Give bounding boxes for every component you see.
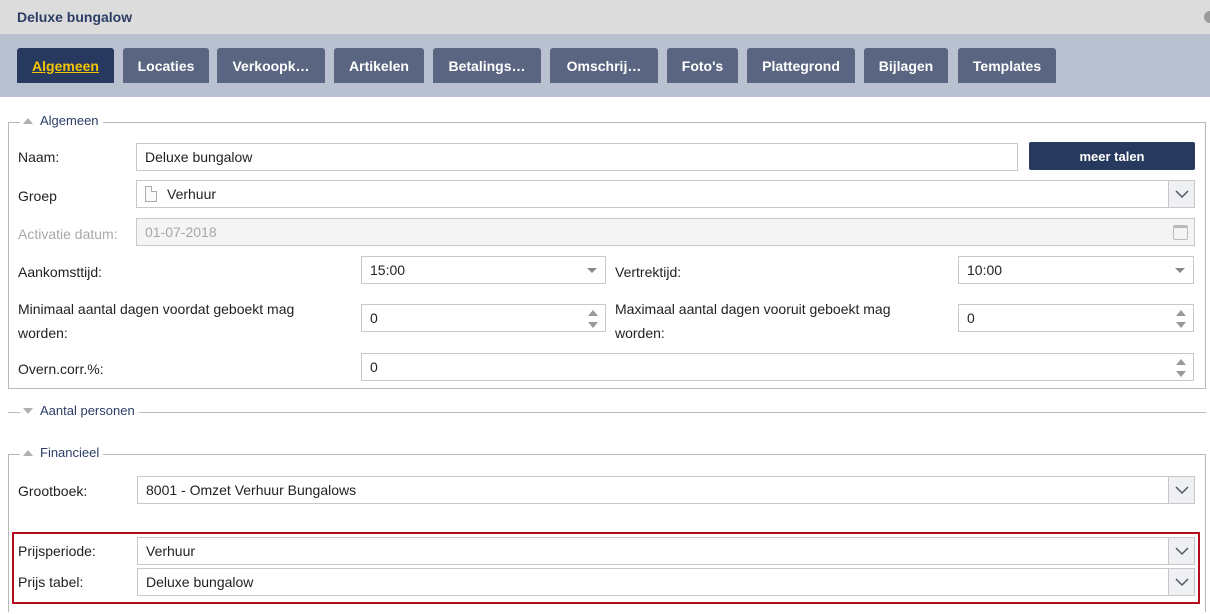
spinner-icon[interactable] [588, 310, 598, 328]
grootboek-value: 8001 - Omzet Verhuur Bungalows [146, 482, 357, 498]
groep-value: Verhuur [167, 186, 217, 202]
min-dagen-label-2: worden: [18, 325, 68, 341]
prijsperiode-select[interactable]: Verhuur [137, 537, 1195, 565]
activatie-label: Activatie datum: [18, 226, 118, 242]
tab-betalingen[interactable]: Betalings… [433, 48, 541, 83]
tab-verkoopkanalen[interactable]: Verkoopk… [217, 48, 325, 83]
groep-select[interactable]: Verhuur [136, 180, 1195, 208]
close-icon[interactable] [1204, 11, 1210, 23]
chevron-down-icon[interactable] [1168, 477, 1194, 503]
overn-label: Overn.corr.%: [18, 361, 104, 377]
overn-stepper[interactable]: 0 [361, 353, 1194, 381]
chevron-down-icon[interactable] [1168, 181, 1194, 207]
min-dagen-value: 0 [370, 310, 378, 326]
financieel-legend[interactable]: Financieel [20, 445, 104, 460]
document-icon [145, 186, 157, 202]
min-dagen-stepper[interactable]: 0 [361, 304, 606, 332]
spinner-icon[interactable] [1176, 359, 1186, 377]
activatie-input: 01-07-2018 [136, 218, 1195, 246]
aankomst-select[interactable]: 15:00 [361, 256, 606, 284]
tab-locaties[interactable]: Locaties [123, 48, 209, 83]
vertrek-select[interactable]: 10:00 [958, 256, 1194, 284]
spinner-icon[interactable] [1176, 310, 1186, 328]
aantal-personen-divider [8, 412, 1206, 413]
chevron-down-icon[interactable] [1168, 538, 1194, 564]
prijs-tabel-select[interactable]: Deluxe bungalow [137, 568, 1195, 596]
max-dagen-label-1: Maximaal aantal dagen vooruit geboekt ma… [615, 301, 891, 317]
max-dagen-stepper[interactable]: 0 [958, 304, 1194, 332]
tab-algemeen[interactable]: Algemeen [17, 48, 114, 83]
tab-fotos[interactable]: Foto's [667, 48, 738, 83]
prijsperiode-label: Prijsperiode: [18, 543, 96, 559]
window-title: Deluxe bungalow [17, 9, 133, 25]
collapse-up-icon [23, 117, 33, 124]
financieel-legend-label: Financieel [40, 445, 100, 460]
tab-artikelen[interactable]: Artikelen [334, 48, 424, 83]
aankomst-label: Aankomsttijd: [18, 264, 103, 280]
naam-value: Deluxe bungalow [145, 149, 253, 165]
algemeen-legend[interactable]: Algemeen [20, 113, 103, 128]
meer-talen-button[interactable]: meer talen [1029, 142, 1195, 170]
grootboek-label: Grootboek: [18, 483, 88, 499]
chevron-down-icon[interactable] [1168, 569, 1194, 595]
min-dagen-label-1: Minimaal aantal dagen voordat geboekt ma… [18, 301, 295, 317]
aantal-personen-label: Aantal personen [40, 403, 135, 418]
tab-plattegrond[interactable]: Plattegrond [747, 48, 855, 83]
tab-bar: Algemeen Locaties Verkoopk… Artikelen Be… [0, 34, 1210, 97]
max-dagen-value: 0 [967, 310, 975, 326]
groep-label: Groep [18, 188, 57, 204]
aankomst-value: 15:00 [370, 262, 406, 278]
prijs-tabel-label: Prijs tabel: [18, 574, 84, 590]
collapse-up-icon [23, 449, 33, 456]
dropdown-arrow-icon [1175, 268, 1185, 273]
activatie-value: 01-07-2018 [145, 224, 217, 240]
naam-input[interactable]: Deluxe bungalow [136, 143, 1018, 171]
window-titlebar: Deluxe bungalow [0, 0, 1210, 34]
tab-bijlagen[interactable]: Bijlagen [864, 48, 948, 83]
aantal-personen-legend[interactable]: Aantal personen [20, 403, 139, 418]
calendar-icon [1173, 225, 1188, 240]
prijsperiode-value: Verhuur [146, 543, 196, 559]
tab-templates[interactable]: Templates [958, 48, 1056, 83]
vertrek-value: 10:00 [967, 262, 1003, 278]
prijs-tabel-value: Deluxe bungalow [146, 574, 254, 590]
expand-down-icon [23, 407, 33, 414]
dropdown-arrow-icon [587, 268, 597, 273]
overn-value: 0 [370, 359, 378, 375]
naam-label: Naam: [18, 149, 60, 165]
grootboek-select[interactable]: 8001 - Omzet Verhuur Bungalows [137, 476, 1195, 504]
vertrek-label: Vertrektijd: [615, 264, 682, 280]
tab-omschrijving[interactable]: Omschrij… [550, 48, 658, 83]
max-dagen-label-2: worden: [615, 325, 665, 341]
algemeen-legend-label: Algemeen [40, 113, 99, 128]
